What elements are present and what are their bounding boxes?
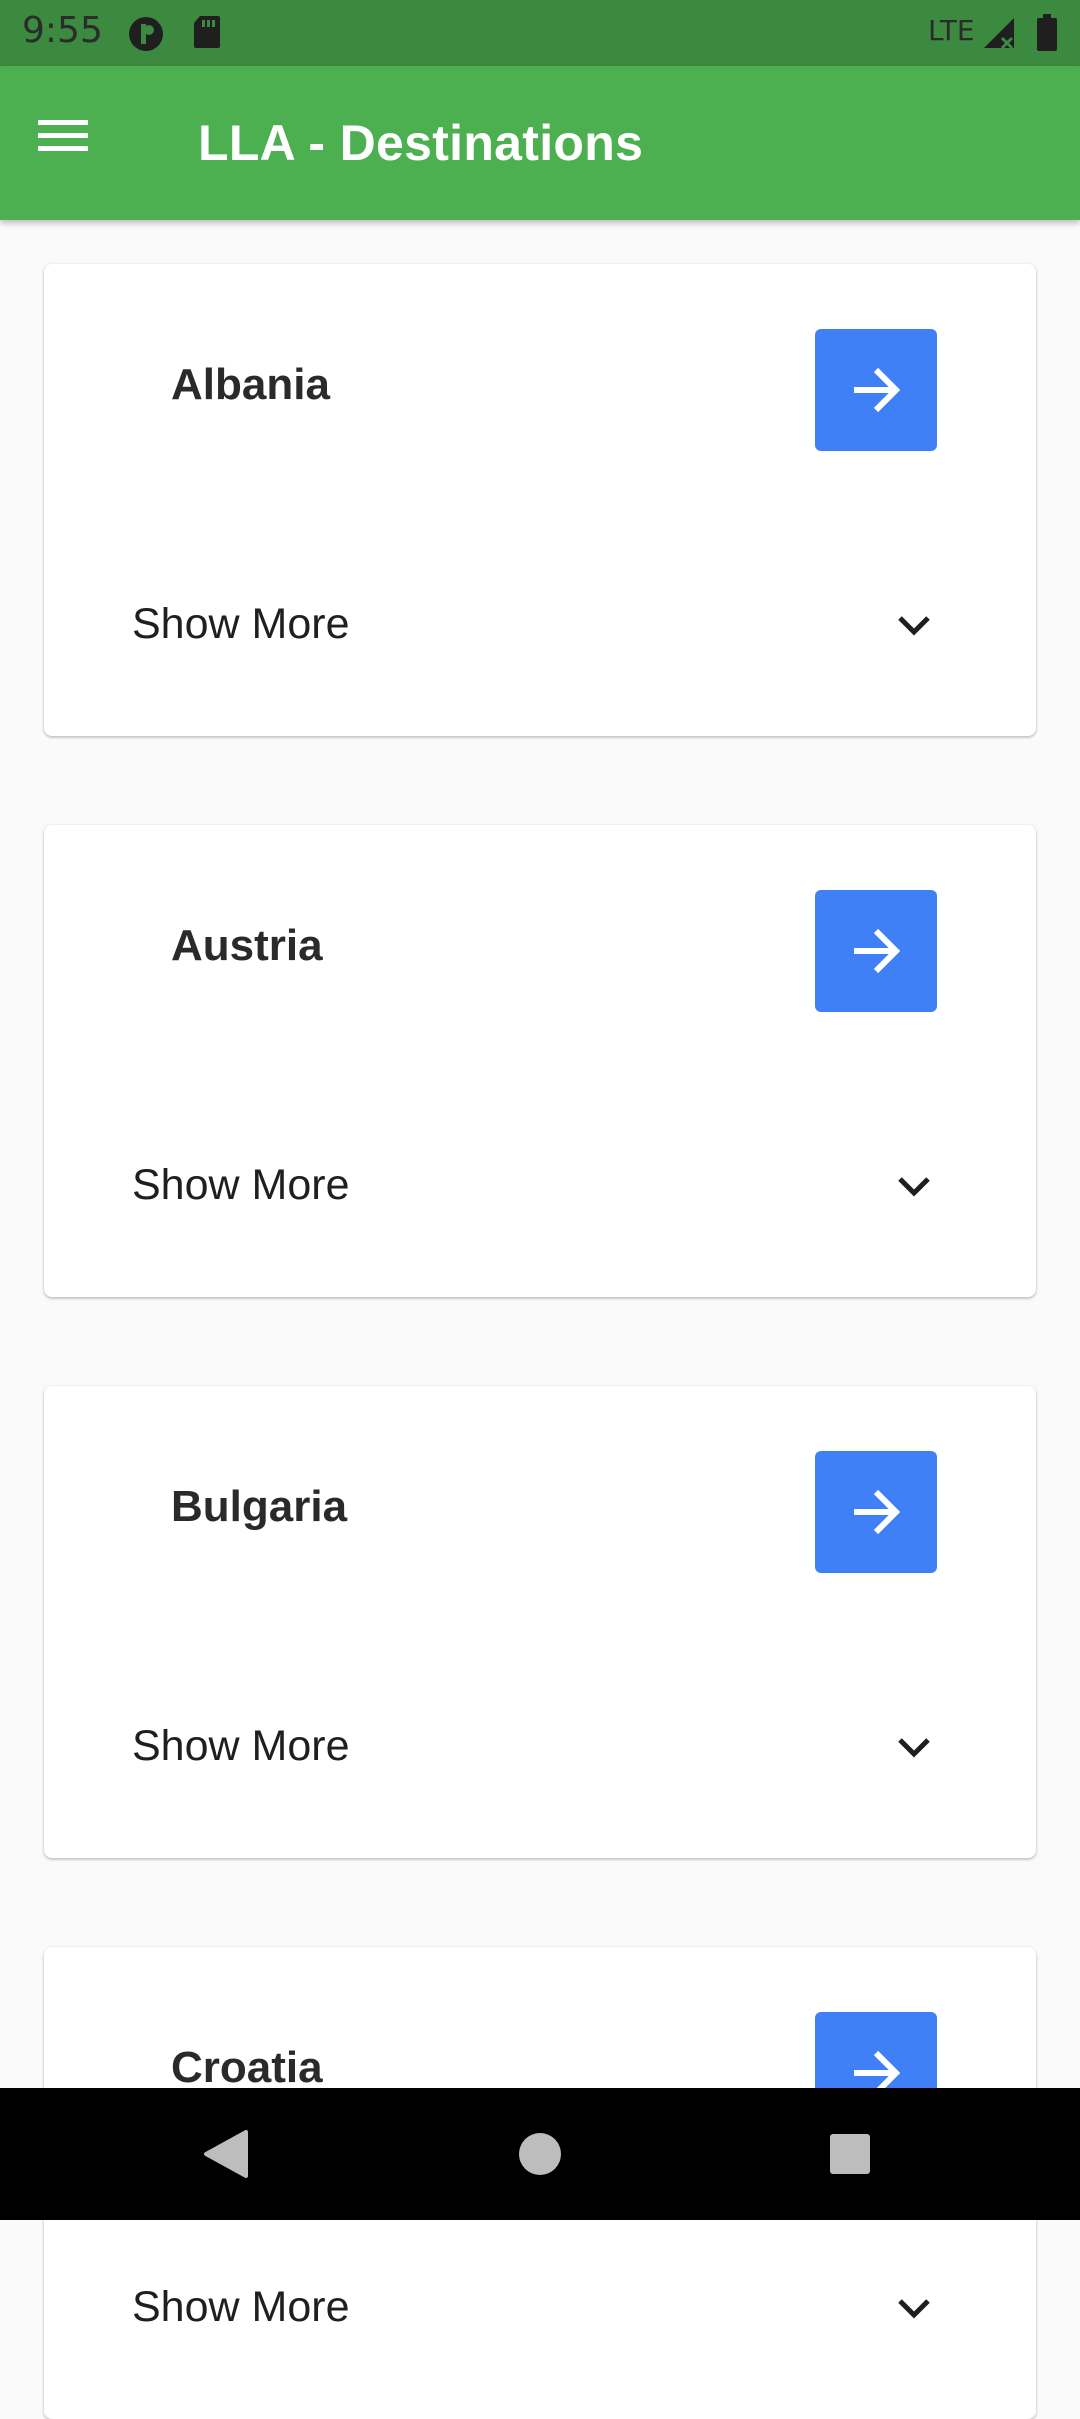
show-more-label: Show More <box>132 600 350 648</box>
back-button[interactable] <box>136 2088 316 2220</box>
show-more-label: Show More <box>132 1722 350 1770</box>
destination-card: Bulgaria Show More <box>44 1386 1036 1858</box>
page-title: LLA - Destinations <box>198 115 644 171</box>
destination-card: Albania Show More <box>44 264 1036 736</box>
show-more-toggle[interactable]: Show More <box>44 1125 1036 1245</box>
home-button[interactable] <box>450 2088 630 2220</box>
show-more-toggle[interactable]: Show More <box>44 564 1036 684</box>
recents-button[interactable] <box>760 2088 940 2220</box>
sd-card-icon <box>192 14 222 55</box>
destination-name: Albania <box>171 360 330 409</box>
show-more-toggle[interactable]: Show More <box>44 1686 1036 1806</box>
menu-button[interactable] <box>36 116 116 172</box>
signal-icon <box>982 16 1016 55</box>
system-nav-bar <box>0 2088 1080 2220</box>
chevron-down-icon <box>898 1177 930 1197</box>
show-more-label: Show More <box>132 1161 350 1209</box>
chevron-down-icon <box>898 616 930 636</box>
privacy-icon <box>126 14 166 59</box>
destination-card: Austria Show More <box>44 825 1036 1297</box>
chevron-down-icon <box>898 2299 930 2319</box>
menu-icon <box>38 120 88 151</box>
show-more-label: Show More <box>132 2283 350 2331</box>
arrow-right-icon <box>854 928 901 974</box>
arrow-right-icon <box>854 1489 901 1535</box>
arrow-right-icon <box>854 367 901 413</box>
home-icon <box>519 2133 561 2175</box>
open-destination-button[interactable] <box>815 1451 937 1573</box>
app-bar: LLA - Destinations <box>0 66 1080 220</box>
open-destination-button[interactable] <box>815 329 937 451</box>
status-bar: 9:55 LTE <box>0 0 1080 66</box>
open-destination-button[interactable] <box>815 890 937 1012</box>
chevron-down-icon <box>898 1738 930 1758</box>
battery-icon <box>1036 14 1058 57</box>
status-time: 9:55 <box>22 10 103 51</box>
destination-name: Austria <box>171 921 323 970</box>
destination-name: Croatia <box>171 2043 323 2092</box>
back-icon <box>204 2130 248 2178</box>
destination-name: Bulgaria <box>171 1482 348 1531</box>
network-type: LTE <box>928 14 975 47</box>
show-more-toggle[interactable]: Show More <box>44 2247 1036 2367</box>
recents-icon <box>830 2134 870 2174</box>
